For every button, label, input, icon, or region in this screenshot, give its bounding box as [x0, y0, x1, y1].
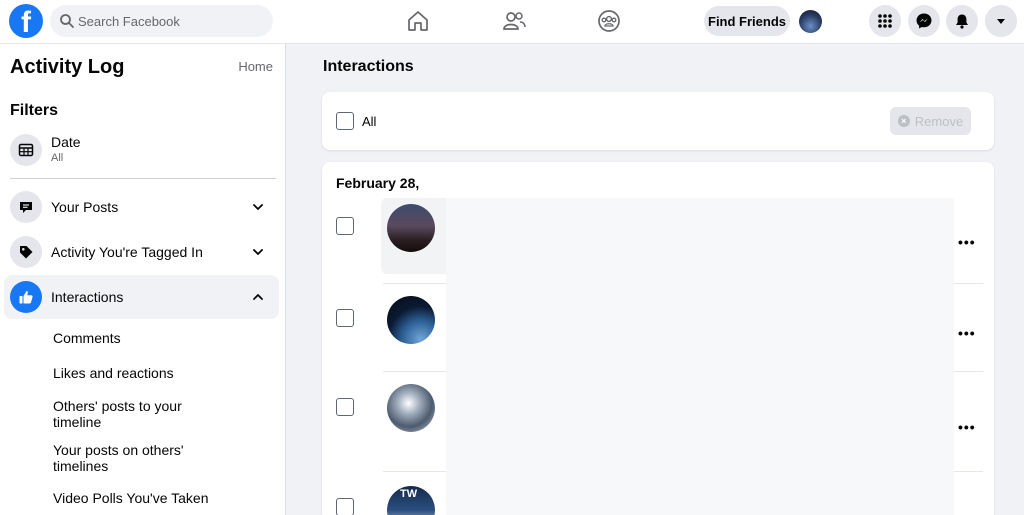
find-friends-button[interactable]: Find Friends [704, 6, 790, 36]
date-filter-label: Date [51, 134, 81, 150]
sub-item-likes-reactions[interactable]: Likes and reactions [53, 365, 253, 381]
search-input[interactable] [78, 5, 268, 37]
remove-x-icon: × [897, 115, 910, 127]
account-menu-button[interactable] [985, 5, 1017, 37]
sidebar-item-label: Activity You're Tagged In [51, 244, 203, 260]
menu-grid-button[interactable] [869, 5, 901, 37]
filters-heading: Filters [10, 102, 59, 119]
notifications-button[interactable] [946, 5, 978, 37]
messenger-icon [916, 13, 932, 29]
chevron-down-icon [253, 249, 263, 255]
tag-icon [10, 236, 42, 268]
date-heading: February 28, [336, 175, 420, 191]
search-box[interactable] [50, 5, 273, 37]
home-icon[interactable] [405, 8, 431, 34]
post-bubble-icon [10, 191, 42, 223]
like-thumb-icon [10, 281, 42, 313]
activity-thumbnail[interactable] [387, 296, 435, 344]
thumbnail-badge-text: TW [400, 488, 418, 500]
sidebar-item-your-posts[interactable]: Your Posts [4, 185, 279, 229]
sidebar-item-interactions[interactable]: Interactions [4, 275, 279, 319]
activity-thumbnail[interactable] [387, 204, 435, 252]
home-link[interactable]: Home [238, 59, 273, 74]
remove-button[interactable]: × Remove [890, 107, 971, 135]
remove-label: Remove [914, 113, 964, 129]
row-checkbox[interactable] [336, 217, 354, 235]
activity-thumbnail[interactable] [387, 384, 435, 432]
facebook-logo-icon[interactable]: f [9, 4, 43, 39]
more-options-button[interactable]: ••• [958, 325, 976, 341]
more-options-button[interactable]: ••• [958, 234, 976, 250]
sub-item-video-polls[interactable]: Video Polls You've Taken [53, 490, 253, 506]
sub-item-others-posts[interactable]: Others' posts to your timeline [53, 398, 203, 430]
activity-log-sidebar: Activity Log Home Filters Date All Your … [0, 44, 286, 515]
notifications-bell-icon [956, 14, 968, 29]
menu-grid-icon [878, 14, 892, 28]
row-checkbox[interactable] [336, 498, 354, 515]
date-filter[interactable] [4, 126, 279, 174]
sidebar-divider [10, 178, 276, 179]
friends-icon[interactable] [501, 8, 527, 34]
sub-item-your-posts-on-others[interactable]: Your posts on others' timelines [53, 442, 203, 474]
page-title: Interactions [323, 58, 414, 75]
profile-avatar[interactable] [799, 10, 822, 33]
redacted-activity-details [446, 198, 954, 515]
chevron-down-icon [253, 204, 263, 210]
top-navigation-bar: f Find Friends [0, 0, 1024, 44]
groups-icon[interactable] [596, 8, 622, 34]
sidebar-item-label: Your Posts [51, 199, 119, 215]
sidebar-title: Activity Log [10, 56, 125, 78]
sidebar-item-tagged-in[interactable]: Activity You're Tagged In [4, 230, 279, 274]
select-all-label: All [362, 114, 377, 129]
row-checkbox[interactable] [336, 309, 354, 327]
sub-item-comments[interactable]: Comments [53, 330, 253, 346]
select-all-checkbox[interactable] [336, 112, 354, 130]
sidebar-item-label: Interactions [51, 289, 124, 305]
date-filter-value: All [51, 152, 64, 164]
messenger-button[interactable] [908, 5, 940, 37]
account-caret-icon [997, 19, 1005, 24]
calendar-icon [10, 134, 42, 166]
row-checkbox[interactable] [336, 398, 354, 416]
more-options-button[interactable]: ••• [958, 419, 976, 435]
search-icon [60, 14, 74, 28]
chevron-up-icon [253, 294, 263, 300]
